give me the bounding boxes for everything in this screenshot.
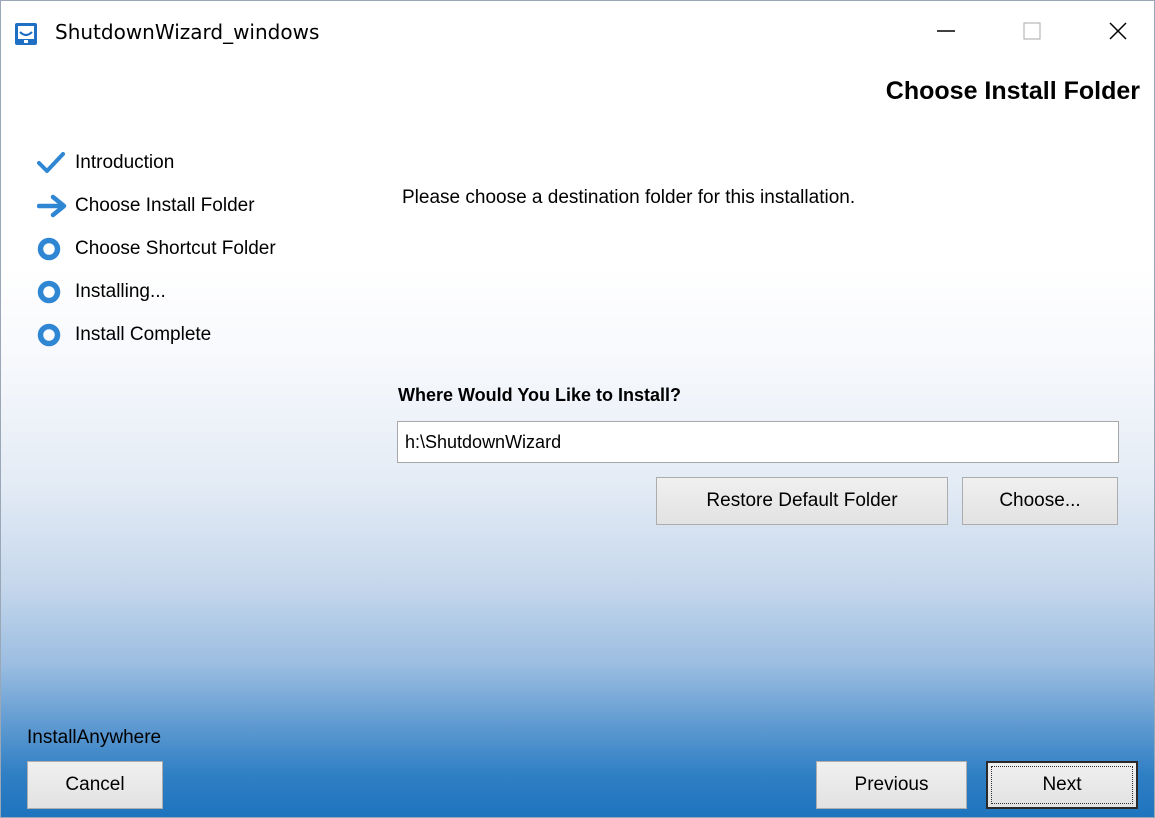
choose-folder-button[interactable]: Choose... <box>962 477 1118 525</box>
minimize-button[interactable] <box>919 9 973 57</box>
title-bar[interactable]: ShutdownWizard_windows <box>1 1 1154 65</box>
step-choose-shortcut-folder: Choose Shortcut Folder <box>37 227 276 270</box>
previous-button[interactable]: Previous <box>816 761 967 809</box>
cancel-button[interactable]: Cancel <box>27 761 163 809</box>
step-label: Choose Install Folder <box>75 194 255 216</box>
page-title: Choose Install Folder <box>885 77 1140 105</box>
step-list: Introduction Choose Install Folder Choos… <box>37 141 276 356</box>
circle-icon <box>37 237 67 261</box>
checkmark-icon <box>37 151 67 175</box>
install-path-input[interactable] <box>397 421 1119 463</box>
step-label: Installing... <box>75 280 166 302</box>
intro-text: Please choose a destination folder for t… <box>402 187 856 208</box>
close-button[interactable] <box>1091 9 1145 57</box>
next-button-label: Next <box>1042 774 1082 795</box>
installer-window: ShutdownWizard_windows Choose Install Fo… <box>0 0 1155 818</box>
brand-label: InstallAnywhere <box>27 727 162 748</box>
wizard-content: Choose Install Folder Introduction Choos… <box>1 65 1154 817</box>
step-installing: Installing... <box>37 270 276 313</box>
window-title: ShutdownWizard_windows <box>55 20 320 44</box>
restore-default-folder-button[interactable]: Restore Default Folder <box>656 477 948 525</box>
install-location-label: Where Would You Like to Install? <box>398 385 682 405</box>
maximize-button[interactable] <box>1005 9 1059 57</box>
step-choose-install-folder: Choose Install Folder <box>37 184 276 227</box>
close-icon <box>1107 20 1129 47</box>
arrow-right-icon <box>37 194 67 218</box>
maximize-icon <box>1021 20 1043 47</box>
minimize-icon <box>935 20 957 47</box>
installanywhere-app-icon <box>15 23 37 45</box>
step-introduction: Introduction <box>37 141 276 184</box>
next-button[interactable]: Next <box>986 761 1138 809</box>
step-install-complete: Install Complete <box>37 313 276 356</box>
step-label: Install Complete <box>75 323 212 345</box>
circle-icon <box>37 280 67 304</box>
circle-icon <box>37 323 67 347</box>
step-label: Introduction <box>75 151 175 173</box>
step-label: Choose Shortcut Folder <box>75 237 276 259</box>
